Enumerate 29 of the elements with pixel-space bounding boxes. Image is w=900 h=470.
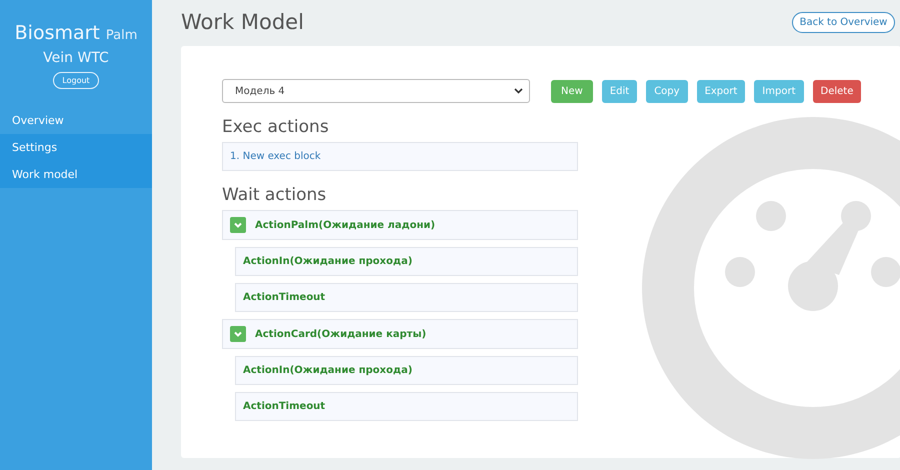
gauge-icon bbox=[642, 117, 900, 459]
page-title: Work Model bbox=[181, 10, 304, 34]
section-heading: Exec actions bbox=[222, 117, 330, 137]
logout-button[interactable]: Logout bbox=[53, 72, 99, 89]
caret-icon bbox=[514, 88, 523, 94]
action-label: ActionTimeout bbox=[243, 401, 326, 412]
toolbar-button[interactable]: Copy bbox=[646, 80, 688, 102]
toolbar-button[interactable]: Edit bbox=[602, 80, 638, 102]
back-button[interactable]: Back to Overview bbox=[792, 12, 896, 32]
exec-block-item[interactable]: 1. New exec block bbox=[222, 142, 578, 171]
chevron-icon[interactable] bbox=[230, 217, 246, 233]
action-label: ActionIn(Ожидание прохода) bbox=[243, 365, 412, 376]
section-heading: Wait actions bbox=[222, 185, 328, 205]
toolbar-button[interactable]: Export bbox=[696, 80, 746, 102]
model-select[interactable]: Модель 4 bbox=[222, 79, 530, 103]
chevron-icon[interactable] bbox=[230, 326, 246, 342]
nav-item[interactable]: Settings bbox=[0, 134, 152, 161]
action-label: ActionIn(Ожидание прохода) bbox=[243, 256, 412, 267]
brand-suffix: Palm bbox=[106, 28, 138, 43]
action-label: ActionPalm(Ожидание ладони) bbox=[255, 220, 436, 230]
action-label: ActionTimeout bbox=[243, 292, 326, 303]
nav-item[interactable]: Overview bbox=[0, 107, 152, 134]
nav-item[interactable]: Work model bbox=[0, 161, 152, 188]
toolbar-button[interactable]: Delete bbox=[812, 80, 862, 102]
toolbar-button[interactable]: Import bbox=[754, 80, 804, 102]
action-label: ActionCard(Ожидание карты) bbox=[255, 328, 426, 340]
brand-name: Biosmart bbox=[14, 22, 100, 44]
brand-subtitle: Vein WTC bbox=[43, 50, 109, 66]
toolbar-button[interactable]: New bbox=[551, 80, 593, 102]
